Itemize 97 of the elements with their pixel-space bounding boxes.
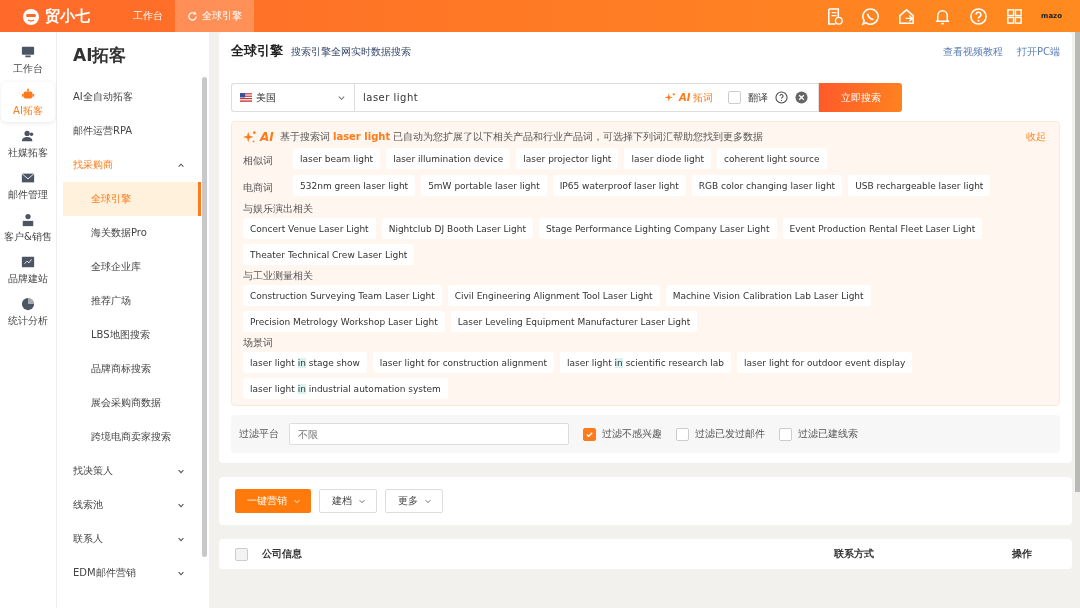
keyword-tag[interactable]: Theater Technical Crew Laser Light xyxy=(243,244,415,265)
header-link[interactable]: 查看视频教程 xyxy=(943,45,1003,59)
page-subtitle: 搜索引擎全网实时数据搜索 xyxy=(291,45,411,59)
keyword-group-label: 电商词 xyxy=(243,181,274,195)
keyword-tag[interactable]: laser beam light xyxy=(293,148,381,169)
robot-icon xyxy=(21,86,35,101)
keyword-tag[interactable]: laser diode light xyxy=(624,148,711,169)
keyword-tag[interactable]: Nightclub DJ Booth Laser Light xyxy=(381,218,534,239)
sidebar-subitem[interactable]: 跨境电商卖家搜索 xyxy=(63,420,201,454)
filter-option-label: 过滤已发过邮件 xyxy=(695,427,765,441)
chevron-down-icon xyxy=(177,569,185,577)
sidebar-item[interactable]: 线索池 xyxy=(57,488,201,522)
keyword-group-label: 场景词 xyxy=(243,336,274,350)
page-title: 全球引擎 xyxy=(231,42,283,60)
filter-option-label: 过滤已建线索 xyxy=(798,427,858,441)
keyword-tag[interactable]: Construction Surveying Team Laser Light xyxy=(243,285,442,306)
filter-checkbox[interactable] xyxy=(583,427,596,441)
chevron-down-icon xyxy=(337,93,346,102)
sidebar-subitem[interactable]: 推荐广场 xyxy=(63,284,201,318)
check-icon xyxy=(585,429,594,439)
keyword-tag[interactable]: laser light in scientific research lab xyxy=(559,352,732,373)
keyword-tag[interactable]: laser projector light xyxy=(516,148,619,169)
action-dropdown-button[interactable]: 更多 xyxy=(385,489,443,513)
rail-item[interactable]: 邮件管理 xyxy=(1,166,55,206)
sidebar-title: AI拓客 xyxy=(72,44,128,67)
person-icon xyxy=(21,212,35,227)
sidebar-subitem[interactable]: 品牌商标搜索 xyxy=(63,352,201,386)
sidebar-item[interactable]: AI全自动拓客 xyxy=(57,80,201,114)
chevron-down-icon xyxy=(424,497,432,505)
sidebar-subitem[interactable]: LBS地图搜索 xyxy=(63,318,201,352)
keyword-tag[interactable]: Concert Venue Laser Light xyxy=(243,218,376,239)
chevron-down-icon xyxy=(358,497,366,505)
apps-grid-icon[interactable] xyxy=(1005,6,1025,26)
country-select[interactable]: 美国 xyxy=(231,83,354,112)
filter-checkbox[interactable] xyxy=(779,427,792,441)
rail-item[interactable]: 统计分析 xyxy=(1,292,55,332)
select-all-checkbox[interactable] xyxy=(235,547,248,561)
sidebar-item[interactable]: 邮件运营RPA xyxy=(57,114,201,148)
keyword-tag[interactable]: 5mW portable laser light xyxy=(421,175,547,196)
chevron-down-icon xyxy=(177,501,185,509)
house-arrow-icon[interactable] xyxy=(897,6,917,26)
keyword-tag[interactable]: laser light for outdoor event display xyxy=(737,352,913,373)
keyword-tag[interactable]: Precision Metrology Workshop Laser Light xyxy=(243,311,445,332)
keyword-tag[interactable]: 532nm green laser light xyxy=(293,175,416,196)
keyword-group-label: 与娱乐演出相关 xyxy=(243,202,314,216)
rail-item[interactable]: 社媒拓客 xyxy=(1,124,55,164)
envelope-icon xyxy=(21,170,35,185)
keyword-tag[interactable]: Event Production Rental Fleet Laser Light xyxy=(782,218,983,239)
sparkle-icon xyxy=(243,130,257,144)
filter-label: 过滤平台 xyxy=(239,427,279,441)
keyword-group-label: 与工业测量相关 xyxy=(243,269,314,283)
ai-intro-text: 基于搜索词 laser light 已自动为您扩展了以下相关产品和行业产品词，可选择下列词汇帮助您找到更多数据 xyxy=(279,130,764,144)
sidebar-item[interactable]: EDM邮件营销 xyxy=(57,556,201,590)
keyword-tag[interactable]: Machine Vision Calibration Lab Laser Light xyxy=(665,285,871,306)
rail-item[interactable]: 客户&销售 xyxy=(1,208,55,248)
keyword-tag[interactable]: RGB color changing laser light xyxy=(691,175,843,196)
column-header: 公司信息 xyxy=(262,547,303,561)
chevron-down-icon xyxy=(177,535,185,543)
action-dropdown-button[interactable]: 建档 xyxy=(319,489,377,513)
rail-item[interactable]: 品牌建站 xyxy=(1,250,55,290)
robot-logo-icon xyxy=(21,6,41,26)
keyword-tag[interactable]: laser light for construction alignment xyxy=(372,352,554,373)
flag-icon xyxy=(240,93,252,102)
ai-label: AI xyxy=(260,130,274,144)
keyword-tag[interactable]: laser light in stage show xyxy=(243,352,367,373)
pie-chart-icon xyxy=(21,296,35,311)
document-check-icon[interactable] xyxy=(825,6,845,26)
chart-icon xyxy=(21,254,35,269)
sidebar-subitem[interactable]: 全球企业库 xyxy=(63,250,201,284)
keyword-tag[interactable]: Stage Performance Lighting Company Laser Light xyxy=(539,218,777,239)
keyword-tag[interactable]: Laser Leveling Equipment Manufacturer Laser Light xyxy=(450,311,698,332)
chevron-up-icon xyxy=(177,161,185,169)
filter-option-label: 过滤不感兴趣 xyxy=(602,427,662,441)
refresh-icon xyxy=(187,10,198,22)
chat-phone-icon[interactable] xyxy=(861,6,881,26)
sidebar-item[interactable]: 联系人 xyxy=(57,522,201,556)
people-icon xyxy=(21,128,35,143)
keyword-tag[interactable]: Civil Engineering Alignment Tool Laser Light xyxy=(447,285,660,306)
app-logo-text: 贸小七 xyxy=(45,6,90,26)
keyword-tag[interactable]: laser illumination device xyxy=(386,148,511,169)
keyword-group-label: 相似词 xyxy=(243,154,274,168)
header-link[interactable]: 打开PC端 xyxy=(1017,45,1060,59)
chevron-down-icon xyxy=(177,467,185,475)
sidebar-subitem[interactable]: 海关数据Pro xyxy=(63,216,201,250)
rail-item[interactable]: 工作台 xyxy=(1,40,55,80)
column-header: 操作 xyxy=(1012,547,1033,561)
column-header: 联系方式 xyxy=(834,547,875,561)
chevron-down-icon xyxy=(293,497,301,505)
sidebar-item[interactable]: 找决策人 xyxy=(57,454,201,488)
keyword-tag[interactable]: IP65 waterproof laser light xyxy=(552,175,686,196)
sidebar-subitem[interactable]: 展会采购商数据 xyxy=(63,386,201,420)
keyword-tag[interactable]: USB rechargeable laser light xyxy=(848,175,991,196)
filter-checkbox[interactable] xyxy=(676,427,689,441)
keyword-tag[interactable]: laser light in industrial automation system xyxy=(243,378,448,399)
monitor-icon xyxy=(21,44,35,59)
keyword-tag[interactable]: coherent light source xyxy=(717,148,827,169)
platform-filter-field[interactable]: 不限 xyxy=(289,423,569,445)
